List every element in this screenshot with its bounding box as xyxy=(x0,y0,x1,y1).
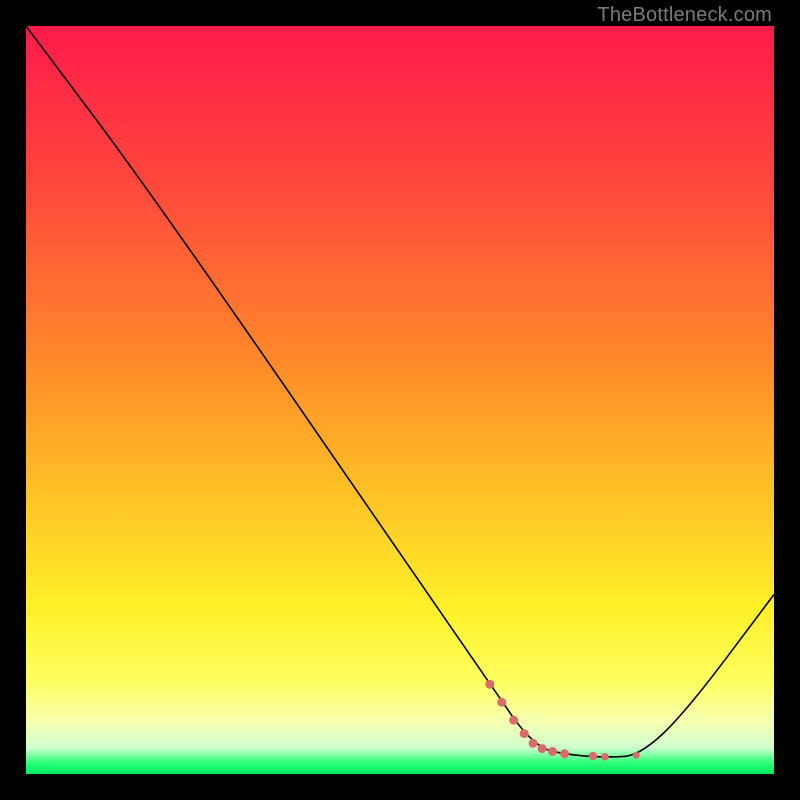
chart-frame xyxy=(26,26,774,774)
chart-svg xyxy=(26,26,774,774)
highlight-dot xyxy=(520,729,529,738)
highlight-dot xyxy=(509,716,518,725)
highlight-dot xyxy=(589,752,597,760)
highlight-dot xyxy=(560,749,569,758)
highlight-dot xyxy=(633,752,640,759)
watermark-text: TheBottleneck.com xyxy=(597,4,772,27)
highlight-dot xyxy=(601,753,609,761)
highlight-dot xyxy=(529,739,538,748)
highlight-dot xyxy=(497,698,506,707)
chart-background xyxy=(26,26,774,774)
highlight-dot xyxy=(548,747,557,756)
highlight-dot xyxy=(485,680,494,689)
highlight-dot xyxy=(538,744,547,753)
